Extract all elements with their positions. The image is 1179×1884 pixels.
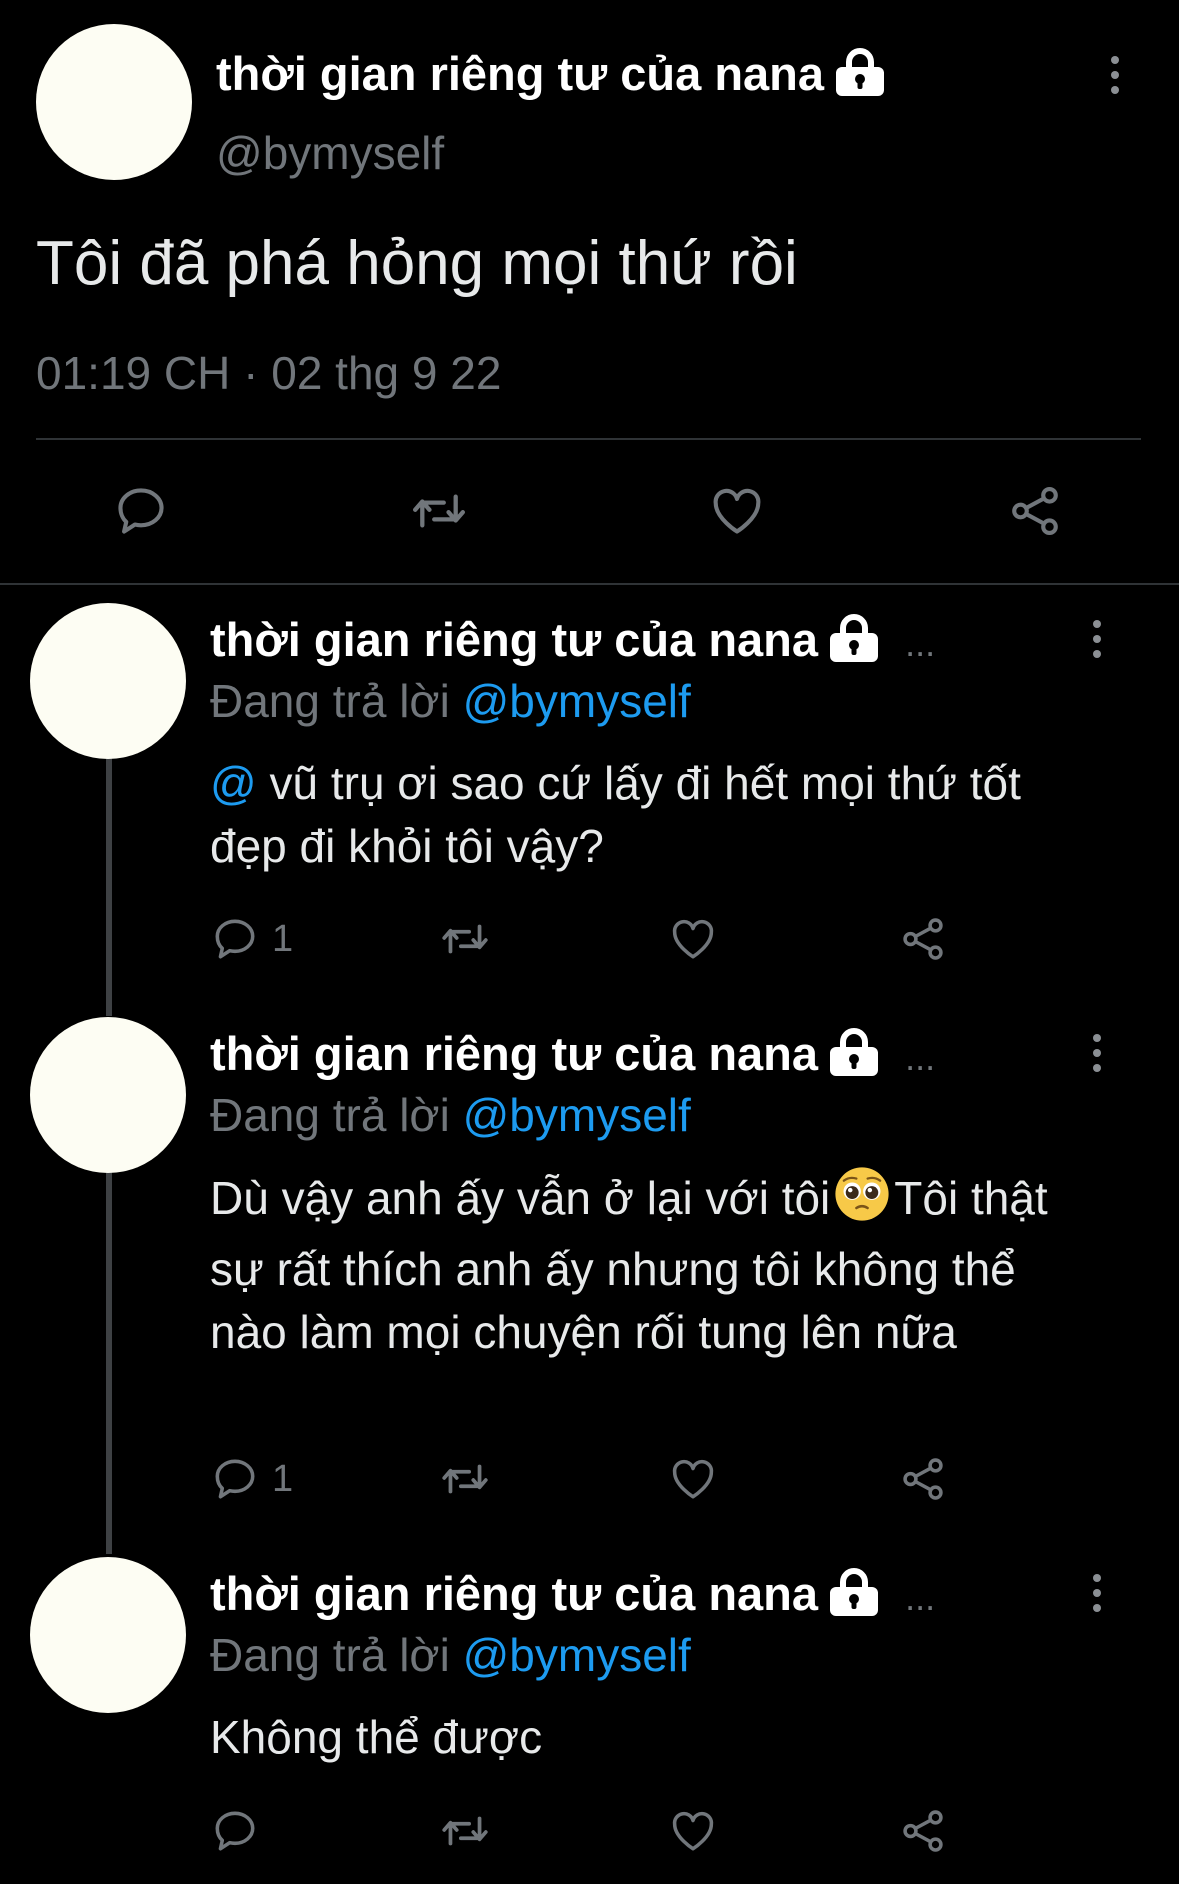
- reply-button[interactable]: [112, 482, 170, 540]
- share-button[interactable]: [1006, 482, 1064, 540]
- author-name-row[interactable]: thời gian riêng tư của nana ...: [210, 612, 935, 673]
- avatar[interactable]: [30, 603, 186, 759]
- divider: [36, 438, 1141, 440]
- reply-count: 1: [272, 917, 294, 960]
- replying-handle[interactable]: @bymyself: [463, 675, 691, 727]
- name-ellipsis: ...: [905, 1577, 936, 1618]
- name-ellipsis: ...: [905, 623, 936, 664]
- like-button[interactable]: [668, 1806, 718, 1856]
- retweet-icon: [442, 1464, 488, 1494]
- author-name: thời gian riêng tư của nana: [210, 1027, 819, 1080]
- share-button[interactable]: [898, 1806, 948, 1856]
- lock-icon: [828, 1028, 880, 1087]
- replying-handle[interactable]: @bymyself: [463, 1629, 691, 1681]
- heart-icon: [672, 919, 714, 959]
- lock-icon: [828, 614, 880, 673]
- like-button[interactable]: [708, 482, 766, 540]
- name-ellipsis: ...: [905, 1037, 936, 1078]
- heart-icon: [672, 1811, 714, 1851]
- pleading-face-emoji: [834, 1166, 890, 1238]
- reply-icon: [215, 919, 255, 959]
- share-icon: [903, 1810, 943, 1852]
- lock-icon: [834, 48, 886, 107]
- retweet-icon: [442, 924, 488, 954]
- thread-line: [106, 1172, 112, 1554]
- tweet-text: @ vũ trụ ơi sao cứ lấy đi hết mọi thứ tố…: [210, 752, 1070, 878]
- retweet-icon: [413, 494, 465, 528]
- avatar[interactable]: [36, 24, 192, 180]
- avatar[interactable]: [30, 1557, 186, 1713]
- share-icon: [903, 1458, 943, 1500]
- tweet-date: 02 thg 9 22: [271, 347, 502, 399]
- more-vertical-icon[interactable]: [1110, 56, 1120, 94]
- tweet-text: Tôi đã phá hỏng mọi thứ rồi: [36, 229, 798, 298]
- replying-prefix: Đang trả lời: [210, 1089, 450, 1141]
- heart-icon: [672, 1459, 714, 1499]
- tweet-body-start: Dù vậy anh ấy vẫn ở lại với tôi: [210, 1172, 831, 1224]
- mention[interactable]: @: [210, 757, 257, 809]
- retweet-button[interactable]: [438, 1806, 492, 1856]
- tweet-time: 01:19 CH: [36, 347, 231, 399]
- tweet-body: vũ trụ ơi sao cứ lấy đi hết mọi thứ tốt …: [210, 757, 1021, 872]
- more-vertical-icon[interactable]: [1092, 1574, 1102, 1612]
- author-name-row[interactable]: thời gian riêng tư của nana: [216, 46, 886, 107]
- author-name: thời gian riêng tư của nana: [210, 1567, 819, 1620]
- share-button[interactable]: [898, 1454, 948, 1504]
- reply-icon: [118, 488, 164, 534]
- share-icon: [903, 918, 943, 960]
- tweet-text: Dù vậy anh ấy vẫn ở lại với tôi Tôi thật …: [210, 1166, 1070, 1364]
- timestamp-separator: ·: [243, 347, 259, 399]
- reply-button[interactable]: 1: [210, 1454, 293, 1504]
- reply-button[interactable]: [210, 1806, 260, 1856]
- section-divider: [0, 583, 1179, 585]
- author-name: thời gian riêng tư của nana: [210, 613, 819, 666]
- retweet-icon: [442, 1816, 488, 1846]
- retweet-button[interactable]: [408, 482, 470, 540]
- replying-handle[interactable]: @bymyself: [463, 1089, 691, 1141]
- replying-prefix: Đang trả lời: [210, 1629, 450, 1681]
- tweet-timestamp[interactable]: 01:19 CH · 02 thg 9 22: [36, 346, 501, 400]
- replying-to: Đang trả lời @bymyself: [210, 1088, 691, 1142]
- tweet-text: Không thể được: [210, 1711, 543, 1763]
- more-vertical-icon[interactable]: [1092, 1034, 1102, 1072]
- retweet-button[interactable]: [438, 1454, 492, 1504]
- reply-icon: [215, 1459, 255, 1499]
- more-vertical-icon[interactable]: [1092, 620, 1102, 658]
- retweet-button[interactable]: [438, 914, 492, 964]
- author-handle[interactable]: @bymyself: [216, 126, 444, 180]
- lock-icon: [828, 1568, 880, 1627]
- replying-prefix: Đang trả lời: [210, 675, 450, 727]
- replying-to: Đang trả lời @bymyself: [210, 1628, 691, 1682]
- author-name-row[interactable]: thời gian riêng tư của nana ...: [210, 1566, 935, 1627]
- reply-count: 1: [272, 1457, 294, 1500]
- heart-icon: [713, 488, 761, 534]
- avatar[interactable]: [30, 1017, 186, 1173]
- author-name-row[interactable]: thời gian riêng tư của nana ...: [210, 1026, 935, 1087]
- like-button[interactable]: [668, 1454, 718, 1504]
- reply-icon: [215, 1811, 255, 1851]
- replying-to: Đang trả lời @bymyself: [210, 674, 691, 728]
- like-button[interactable]: [668, 914, 718, 964]
- author-name: thời gian riêng tư của nana: [216, 47, 825, 100]
- thread-line: [106, 758, 112, 1016]
- reply-button[interactable]: 1: [210, 914, 293, 964]
- share-icon: [1012, 486, 1058, 536]
- share-button[interactable]: [898, 914, 948, 964]
